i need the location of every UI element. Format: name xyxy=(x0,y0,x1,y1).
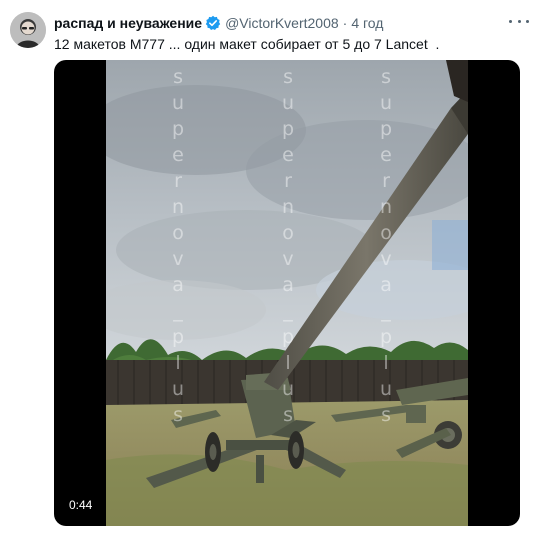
author-display-name[interactable]: распад и неуважение xyxy=(54,15,202,31)
verified-badge-icon xyxy=(205,15,221,31)
more-options-icon[interactable] xyxy=(509,14,529,28)
header-separator: · xyxy=(342,15,348,31)
author-avatar[interactable] xyxy=(10,12,46,48)
video-duration-badge: 0:44 xyxy=(64,496,98,514)
tweet-header: распад и неуважение @VictorKvert2008 · 4… xyxy=(54,14,383,32)
tweet[interactable]: распад и неуважение @VictorKvert2008 · 4… xyxy=(0,0,543,535)
tweet-text: 12 макетов M777 ... один макет собирает … xyxy=(54,36,440,52)
tweet-timestamp[interactable]: 4 год xyxy=(351,15,383,31)
avatar-image xyxy=(10,12,46,48)
video-player[interactable]: s u p e r n o v a _ p l u s s u p e r n o v a _ p l u s s u p e r n o v a _… xyxy=(54,60,520,526)
video-still-image xyxy=(106,60,468,526)
video-frame: s u p e r n o v a _ p l u s s u p e r n o v a _ p l u s s u p e r n o v a _… xyxy=(106,60,468,526)
author-handle[interactable]: @VictorKvert2008 xyxy=(225,15,339,31)
